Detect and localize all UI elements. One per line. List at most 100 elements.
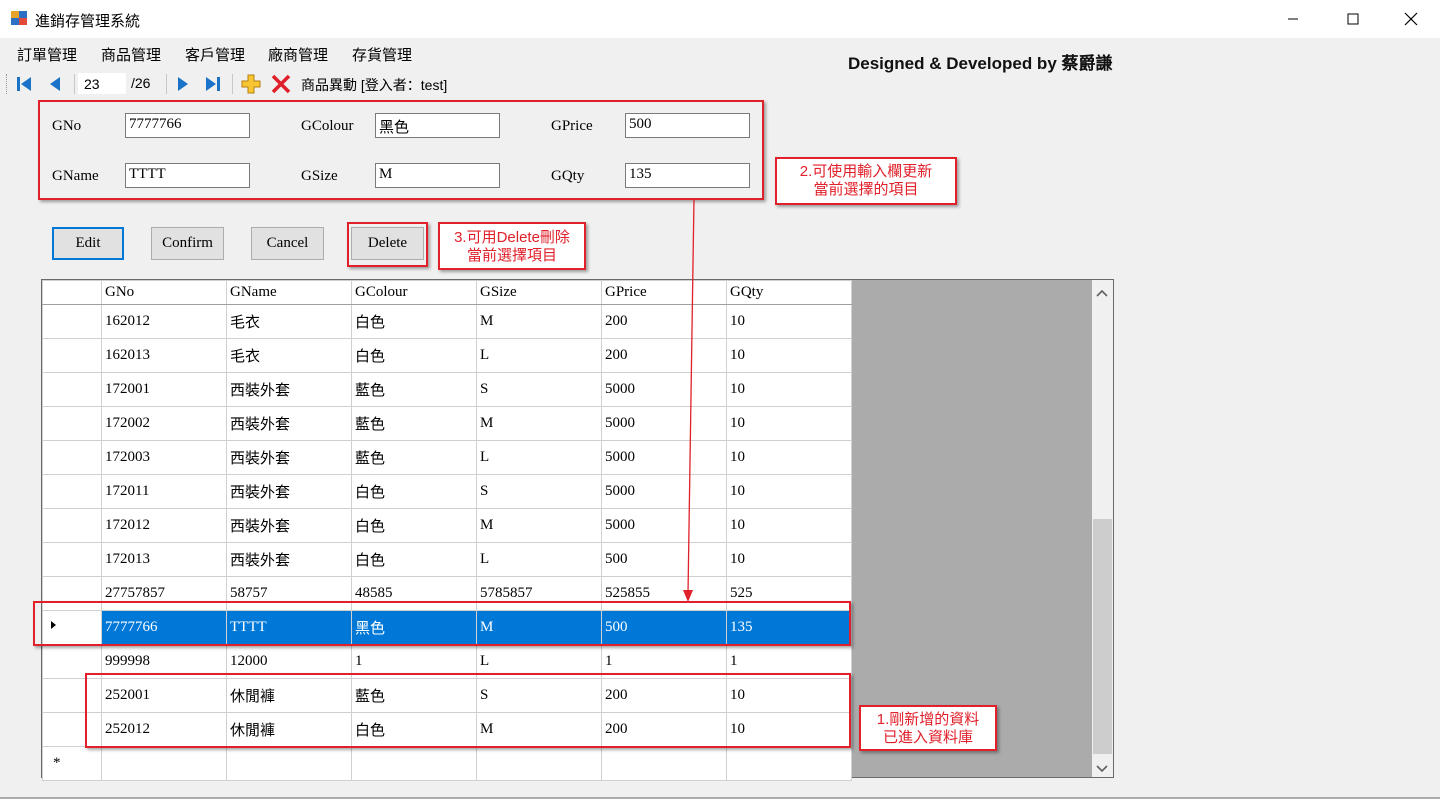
cell-gqty[interactable]: 10 — [726, 508, 852, 543]
cell-gcolour[interactable]: 藍色 — [351, 406, 477, 441]
cell-gprice[interactable]: 5000 — [601, 372, 727, 407]
cell-gprice[interactable]: 500 — [601, 542, 727, 577]
cell-empty[interactable] — [726, 746, 852, 781]
scrollbar-thumb[interactable] — [1093, 519, 1112, 754]
table-row[interactable]: 162013 毛衣 白色 L 200 10 — [42, 338, 852, 373]
gcolour-field[interactable]: 黑色 — [375, 113, 500, 138]
move-first-button[interactable] — [14, 74, 34, 99]
menu-orders[interactable]: 訂單管理 — [17, 44, 77, 65]
cell-gcolour[interactable]: 白色 — [351, 508, 477, 543]
scroll-up-button[interactable] — [1096, 285, 1108, 303]
row-header[interactable] — [42, 406, 102, 441]
add-new-button[interactable] — [240, 73, 262, 100]
cell-gsize[interactable]: S — [476, 372, 602, 407]
cell-gsize[interactable]: M — [476, 304, 602, 339]
minimize-button[interactable] — [1270, 0, 1316, 38]
cell-gprice[interactable]: 200 — [601, 304, 727, 339]
move-next-button[interactable] — [172, 74, 192, 99]
cell-gprice[interactable]: 5000 — [601, 406, 727, 441]
gname-field[interactable]: TTTT — [125, 163, 250, 188]
cell-gno[interactable]: 162013 — [101, 338, 227, 373]
scroll-down-button[interactable] — [1096, 761, 1108, 779]
gsize-field[interactable]: M — [375, 163, 500, 188]
cell-gcolour[interactable]: 白色 — [351, 542, 477, 577]
cell-gsize[interactable]: L — [476, 542, 602, 577]
cell-gno[interactable]: 172003 — [101, 440, 227, 475]
column-header-gsize[interactable]: GSize — [476, 280, 602, 305]
cell-empty[interactable] — [226, 746, 352, 781]
row-header[interactable] — [42, 372, 102, 407]
delete-record-button[interactable] — [270, 73, 292, 100]
cell-gno[interactable]: 172012 — [101, 508, 227, 543]
gno-field[interactable]: 7777766 — [125, 113, 250, 138]
cell-gno[interactable]: 162012 — [101, 304, 227, 339]
confirm-button[interactable]: Confirm — [151, 227, 224, 260]
cell-gname[interactable]: 西裝外套 — [226, 440, 352, 475]
position-input[interactable] — [78, 73, 126, 94]
cell-gprice[interactable]: 200 — [601, 338, 727, 373]
cell-gprice[interactable]: 5000 — [601, 440, 727, 475]
table-row[interactable]: 172011 西裝外套 白色 S 5000 10 — [42, 474, 852, 509]
cell-gname[interactable]: 西裝外套 — [226, 406, 352, 441]
cell-empty[interactable] — [476, 746, 602, 781]
cell-empty[interactable] — [601, 746, 727, 781]
gprice-field[interactable]: 500 — [625, 113, 750, 138]
cell-gsize[interactable]: M — [476, 406, 602, 441]
menu-customers[interactable]: 客戶管理 — [185, 44, 245, 65]
cell-gsize[interactable]: S — [476, 474, 602, 509]
gqty-field[interactable]: 135 — [625, 163, 750, 188]
new-row[interactable]: * — [42, 746, 852, 781]
row-header[interactable] — [42, 338, 102, 373]
menu-vendors[interactable]: 廠商管理 — [268, 44, 328, 65]
cell-gqty[interactable]: 10 — [726, 474, 852, 509]
table-row[interactable]: 172002 西裝外套 藍色 M 5000 10 — [42, 406, 852, 441]
column-header-gqty[interactable]: GQty — [726, 280, 852, 305]
cell-gcolour[interactable]: 白色 — [351, 474, 477, 509]
table-row[interactable]: 172013 西裝外套 白色 L 500 10 — [42, 542, 852, 577]
row-header[interactable] — [42, 542, 102, 577]
cell-gqty[interactable]: 10 — [726, 542, 852, 577]
cell-gqty[interactable]: 10 — [726, 338, 852, 373]
cell-gcolour[interactable]: 白色 — [351, 338, 477, 373]
cell-empty[interactable] — [101, 746, 227, 781]
cancel-button[interactable]: Cancel — [251, 227, 324, 260]
row-header[interactable] — [42, 508, 102, 543]
cell-gqty[interactable]: 10 — [726, 406, 852, 441]
column-header-gprice[interactable]: GPrice — [601, 280, 727, 305]
table-row[interactable]: 172012 西裝外套 白色 M 5000 10 — [42, 508, 852, 543]
close-button[interactable] — [1388, 0, 1434, 38]
cell-gname[interactable]: 西裝外套 — [226, 542, 352, 577]
cell-gqty[interactable]: 10 — [726, 372, 852, 407]
cell-gname[interactable]: 西裝外套 — [226, 372, 352, 407]
cell-gcolour[interactable]: 藍色 — [351, 372, 477, 407]
row-header[interactable] — [42, 440, 102, 475]
cell-gno[interactable]: 172001 — [101, 372, 227, 407]
cell-gqty[interactable]: 10 — [726, 304, 852, 339]
table-row[interactable]: 172003 西裝外套 藍色 L 5000 10 — [42, 440, 852, 475]
menu-inventory[interactable]: 存貨管理 — [352, 44, 412, 65]
move-last-button[interactable] — [203, 74, 223, 99]
cell-gcolour[interactable]: 白色 — [351, 304, 477, 339]
column-header-gname[interactable]: GName — [226, 280, 352, 305]
cell-gsize[interactable]: L — [476, 440, 602, 475]
cell-gno[interactable]: 172013 — [101, 542, 227, 577]
cell-gprice[interactable]: 5000 — [601, 474, 727, 509]
cell-gsize[interactable]: M — [476, 508, 602, 543]
cell-gqty[interactable]: 10 — [726, 440, 852, 475]
cell-gname[interactable]: 西裝外套 — [226, 508, 352, 543]
edit-button[interactable]: Edit — [52, 227, 124, 260]
maximize-button[interactable] — [1330, 0, 1376, 38]
row-header[interactable] — [42, 474, 102, 509]
cell-gno[interactable]: 172011 — [101, 474, 227, 509]
cell-gname[interactable]: 毛衣 — [226, 338, 352, 373]
column-header-gcolour[interactable]: GColour — [351, 280, 477, 305]
cell-gname[interactable]: 毛衣 — [226, 304, 352, 339]
cell-gno[interactable]: 172002 — [101, 406, 227, 441]
cell-gprice[interactable]: 5000 — [601, 508, 727, 543]
table-row[interactable]: 172001 西裝外套 藍色 S 5000 10 — [42, 372, 852, 407]
cell-gsize[interactable]: L — [476, 338, 602, 373]
cell-empty[interactable] — [351, 746, 477, 781]
cell-gcolour[interactable]: 藍色 — [351, 440, 477, 475]
column-header-gno[interactable]: GNo — [101, 280, 227, 305]
menu-products[interactable]: 商品管理 — [101, 44, 161, 65]
